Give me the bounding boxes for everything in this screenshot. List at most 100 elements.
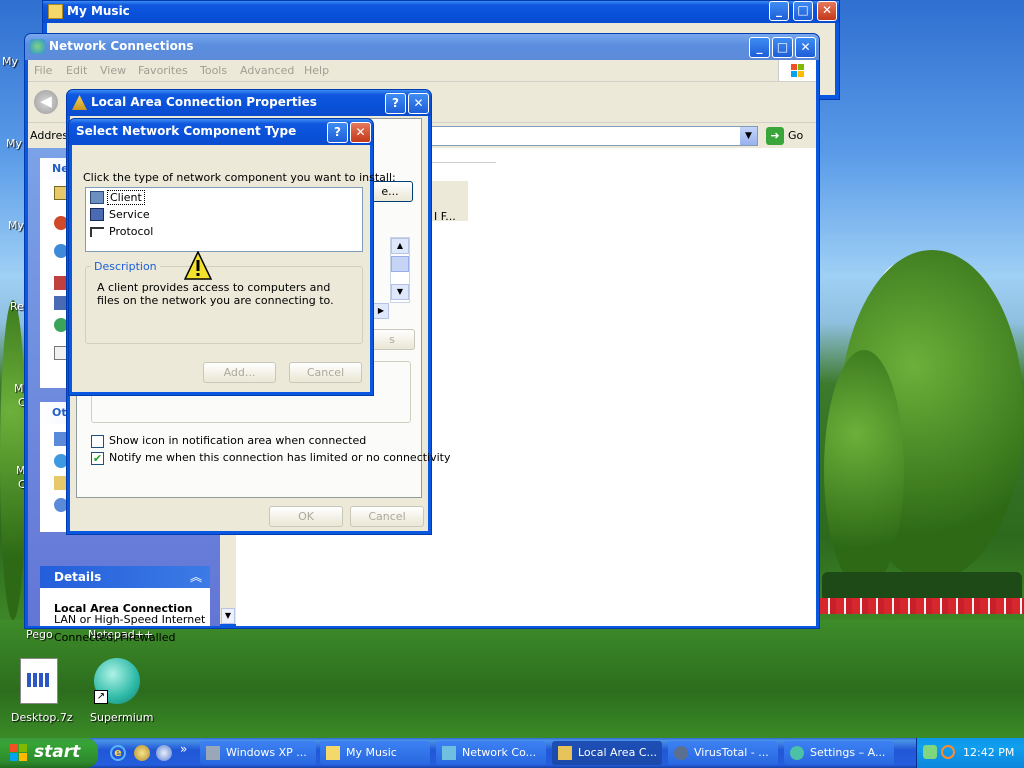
windows-logo-icon <box>10 744 28 762</box>
system-tray: 12:42 PM <box>916 738 1024 768</box>
taskbar-button[interactable]: VirusTotal - ... <box>668 741 778 765</box>
my-music-titlebar[interactable]: My Music _ □ ✕ <box>43 1 839 23</box>
network-icon <box>30 39 45 54</box>
description-text: A client provides access to computers an… <box>97 281 334 307</box>
menu-tools[interactable]: Tools <box>200 64 227 77</box>
maximize-button[interactable]: □ <box>793 1 813 21</box>
menu-advanced[interactable]: Advanced <box>240 64 294 77</box>
taskbar-button-label: Windows XP ... <box>226 746 307 759</box>
component-type-list[interactable]: Client Service Protocol <box>85 187 363 252</box>
desktop-label[interactable]: M <box>14 382 24 395</box>
prompt-text: Click the type of network component you … <box>83 171 396 184</box>
supermium-icon[interactable]: ↗ <box>94 658 140 704</box>
select-component-dialog[interactable]: Select Network Component Type ? ✕ Click … <box>68 118 396 396</box>
network-tray-icon[interactable] <box>923 745 937 759</box>
add-button[interactable]: Add... <box>203 362 276 383</box>
ok-button[interactable]: OK <box>269 506 343 527</box>
taskbar-button[interactable]: Network Co... <box>436 741 546 765</box>
archive-file-icon[interactable] <box>20 658 58 704</box>
warning-cursor-icon <box>183 250 213 281</box>
list-item-client[interactable]: Client <box>107 190 145 205</box>
cancel-button[interactable]: Cancel <box>289 362 362 383</box>
folder-icon <box>48 4 63 19</box>
desktop-label[interactable]: My <box>8 219 24 232</box>
notify-checkbox[interactable]: ✔ <box>91 452 104 465</box>
windows-flag-icon <box>778 60 816 81</box>
browser-icon <box>674 746 688 760</box>
address-label: Addres <box>30 129 69 142</box>
scroll-up-arrow-icon[interactable]: ▲ <box>391 238 409 254</box>
description-label: Description <box>91 260 160 273</box>
search-tray-icon[interactable] <box>941 745 955 759</box>
chevron-down-icon[interactable]: ▼ <box>740 127 757 145</box>
back-arrow-icon[interactable]: ◀ <box>34 90 58 114</box>
desktop-label[interactable]: My <box>2 55 18 68</box>
ie-icon[interactable]: e <box>110 745 126 761</box>
collapse-chevron-icon[interactable]: ︽ <box>190 568 202 585</box>
desktop-label[interactable]: Re <box>10 300 24 313</box>
list-item-protocol[interactable]: Protocol <box>109 225 153 238</box>
taskbar-button[interactable]: Local Area C... <box>552 741 662 765</box>
quick-launch-icon[interactable] <box>156 745 172 761</box>
scroll-down-arrow-icon[interactable]: ▼ <box>221 608 235 624</box>
help-button[interactable]: ? <box>327 122 348 143</box>
network-connection-icon <box>558 746 572 760</box>
properties-button[interactable]: s <box>369 329 415 350</box>
address-input[interactable]: ▼ <box>420 126 758 146</box>
close-button[interactable]: ✕ <box>817 1 837 21</box>
tree <box>824 350 904 590</box>
scroll-down-arrow-icon[interactable]: ▼ <box>391 284 409 300</box>
details-status: Connected, Firewalled <box>54 631 176 643</box>
taskbar-button-label: Network Co... <box>462 746 537 759</box>
desktop-icon-label[interactable]: Supermium <box>90 711 154 724</box>
menu-edit[interactable]: Edit <box>66 64 87 77</box>
lac-properties-titlebar[interactable]: Local Area Connection Properties ? ✕ <box>67 90 431 116</box>
show-icon-checkbox[interactable] <box>91 435 104 448</box>
folder-icon <box>326 746 340 760</box>
taskbar-button[interactable]: Settings – A... <box>784 741 894 765</box>
network-connections-titlebar[interactable]: Network Connections _ □ ✕ <box>25 34 819 60</box>
dialog-title: Select Network Component Type <box>76 124 297 138</box>
taskbar-button[interactable]: My Music <box>320 741 430 765</box>
details-header[interactable]: Details <box>40 566 210 588</box>
desktop-icon-label[interactable]: Pego <box>26 628 53 641</box>
show-icon-label: Show icon in notification area when conn… <box>109 434 367 447</box>
menu-bar: File Edit View Favorites Tools Advanced … <box>28 60 816 82</box>
taskbar-button[interactable]: Windows XP ... <box>200 741 316 765</box>
scroll-right-arrow-icon[interactable]: ▶ <box>373 303 389 319</box>
close-button[interactable]: ✕ <box>795 37 816 58</box>
taskbar-button-label: VirusTotal - ... <box>694 746 769 759</box>
clock[interactable]: 12:42 PM <box>963 746 1014 759</box>
menu-file[interactable]: File <box>34 64 52 77</box>
go-arrow-icon[interactable]: ➜ <box>766 127 784 145</box>
go-button[interactable]: Go <box>788 129 803 142</box>
select-component-titlebar[interactable]: Select Network Component Type ? ✕ <box>69 119 373 145</box>
list-item-service[interactable]: Service <box>109 208 150 221</box>
quick-launch-more[interactable]: » <box>180 742 187 756</box>
component-scrollbar[interactable]: ▲ ▼ <box>390 237 410 303</box>
close-button[interactable]: ✕ <box>350 122 371 143</box>
help-button[interactable]: ? <box>385 93 406 114</box>
menu-help[interactable]: Help <box>304 64 329 77</box>
minimize-button[interactable]: _ <box>769 1 789 21</box>
close-button[interactable]: ✕ <box>408 93 429 114</box>
flower-bed <box>820 598 1024 614</box>
scroll-thumb[interactable] <box>391 256 409 272</box>
menu-view[interactable]: View <box>100 64 126 77</box>
maximize-button[interactable]: □ <box>772 37 793 58</box>
minimize-button[interactable]: _ <box>749 37 770 58</box>
quick-launch-icon[interactable] <box>134 745 150 761</box>
cancel-button[interactable]: Cancel <box>350 506 424 527</box>
menu-favorites[interactable]: Favorites <box>138 64 188 77</box>
protocol-icon <box>90 227 104 237</box>
desktop-icon-label[interactable]: Desktop.7z <box>11 711 73 724</box>
taskbar: start e » Windows XP ... My Music Networ… <box>0 738 1024 768</box>
start-button[interactable]: start <box>0 738 98 768</box>
details-type: LAN or High-Speed Internet <box>54 613 206 626</box>
service-icon <box>90 208 104 221</box>
connection-partial-text: I F... <box>434 210 456 223</box>
desktop-label[interactable]: My <box>6 137 22 150</box>
tree <box>0 300 26 620</box>
window-title: My Music <box>67 4 130 18</box>
taskbar-button-label: Settings – A... <box>810 746 886 759</box>
